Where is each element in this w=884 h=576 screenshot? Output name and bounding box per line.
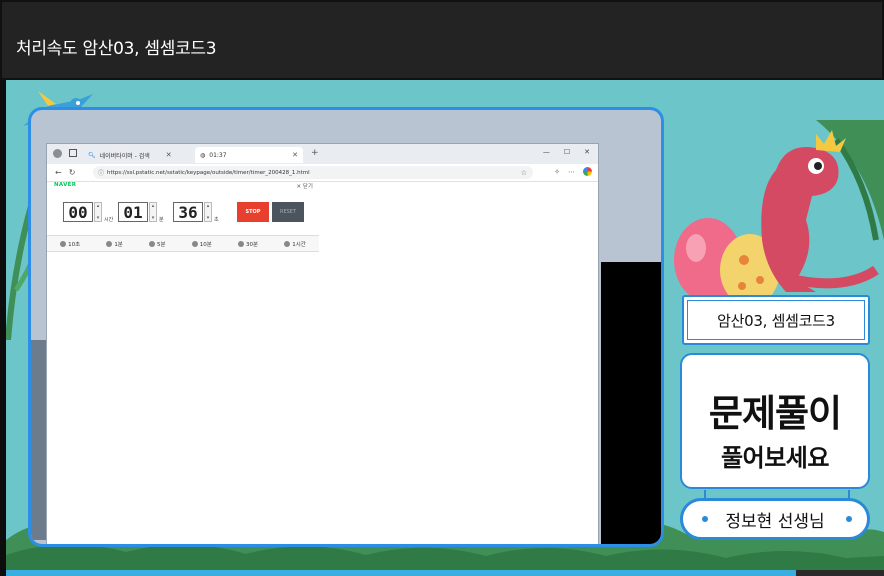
search-icon: 🔍︎ [88,151,96,159]
video-stage[interactable]: 🔍︎ 네이버타이머 - 검색 ✕ ◍ 01:37 ✕ + — ☐ ✕ ← ↻ ⓘ… [6,80,884,574]
background-panel [601,262,661,544]
message-sub: 풀어보세요 [721,444,829,472]
star-icon[interactable]: ☆ [521,169,527,177]
profile-icon[interactable] [53,149,62,158]
message-card: 문제풀이 풀어보세요 [680,353,870,489]
timer-header: NAVER ✕ 닫기 [47,182,319,190]
seconds-stepper[interactable]: ▴ ▾ [204,202,212,222]
preset-button[interactable]: 10초 [60,240,80,248]
tab-timer[interactable]: ◍ 01:37 ✕ [195,147,303,163]
video-progress-fill [6,570,797,576]
minutes-display[interactable]: 01 [118,202,148,222]
hours-unit: 시간 [104,217,114,223]
preset-button[interactable]: 30분 [238,240,258,248]
timer-close-button[interactable]: ✕ 닫기 [297,182,313,190]
preset-button[interactable]: 5분 [149,240,166,248]
video-title-bar: 처리속도 암산03, 셈셈코드3 [0,0,884,80]
hours-display[interactable]: 00 [63,202,93,222]
window-controls: — ☐ ✕ [543,148,590,156]
lock-icon[interactable]: ⓘ [98,168,104,177]
more-icon[interactable]: ⋯ [568,168,575,176]
tab-label: 네이버타이머 - 검색 [99,152,150,160]
tab-actions-icon[interactable] [69,149,77,157]
tab-bar: 🔍︎ 네이버타이머 - 검색 ✕ ◍ 01:37 ✕ + — ☐ ✕ [47,144,598,164]
tab-label: 01:37 [209,151,227,159]
url-text: https://ssl.pstatic.net/sstatic/keypage/… [107,169,310,176]
toolbar-right: ✧ ⋯ [554,167,592,176]
minutes-unit: 분 [159,217,164,223]
account-icon[interactable] [583,167,592,176]
reload-icon[interactable]: ↻ [69,168,76,177]
close-icon[interactable]: ✕ [292,151,298,159]
preset-bar: 10초 1분 5분 10분 30분 1시간 [47,236,319,252]
plus-icon [60,240,67,247]
naver-logo: NAVER [54,182,77,188]
preset-button[interactable]: 1시간 [284,240,306,248]
address-bar: ← ↻ ⓘ https://ssl.pstatic.net/sstatic/ke… [47,164,598,182]
seconds-display[interactable]: 36 [173,202,203,222]
dot-decoration [702,516,708,522]
maximize-button[interactable]: ☐ [564,148,570,156]
preset-button[interactable]: 1분 [106,240,123,248]
lesson-title: 암산03, 셈셈코드3 [687,300,865,340]
screen-share-frame: 🔍︎ 네이버타이머 - 검색 ✕ ◍ 01:37 ✕ + — ☐ ✕ ← ↻ ⓘ… [28,107,664,547]
globe-icon: ◍ [200,151,206,159]
teacher-name-card: 정보현 선생님 [680,498,870,540]
dinosaur-illustration [674,120,884,306]
lesson-title-card: 암산03, 셈셈코드3 [682,295,870,345]
teacher-name: 정보현 선생님 [725,511,825,532]
plus-icon [106,240,113,247]
plus-icon [191,240,198,247]
plus-icon [284,240,291,247]
plus-icon [149,240,156,247]
new-tab-button[interactable]: + [311,148,319,158]
timer-panel: 00 ▴ ▾ 시간 01 ▴ ▾ 분 36 ▴ ▾ 초 STOP RESET [47,192,319,236]
plus-icon [238,240,245,247]
preset-button[interactable]: 10분 [191,240,212,248]
browser-window: 🔍︎ 네이버타이머 - 검색 ✕ ◍ 01:37 ✕ + — ☐ ✕ ← ↻ ⓘ… [46,143,599,544]
minimize-button[interactable]: — [543,148,550,156]
video-title: 처리속도 암산03, 셈셈코드3 [16,39,217,59]
stop-button[interactable]: STOP [237,202,269,222]
minutes-stepper[interactable]: ▴ ▾ [149,202,157,222]
video-progress-bar[interactable] [6,570,884,576]
message-main: 문제풀이 [708,392,842,435]
dot-decoration [846,516,852,522]
extensions-icon[interactable]: ✧ [554,168,560,176]
reset-button[interactable]: RESET [272,202,304,222]
tab-search[interactable]: 🔍︎ 네이버타이머 - 검색 ✕ [83,147,177,163]
seconds-unit: 초 [214,217,219,223]
url-input[interactable]: ⓘ https://ssl.pstatic.net/sstatic/keypag… [93,166,533,179]
close-icon[interactable]: ✕ [166,151,172,159]
hours-stepper[interactable]: ▴ ▾ [94,202,102,222]
back-arrow-icon[interactable]: ← [55,168,62,177]
close-window-button[interactable]: ✕ [584,148,590,156]
